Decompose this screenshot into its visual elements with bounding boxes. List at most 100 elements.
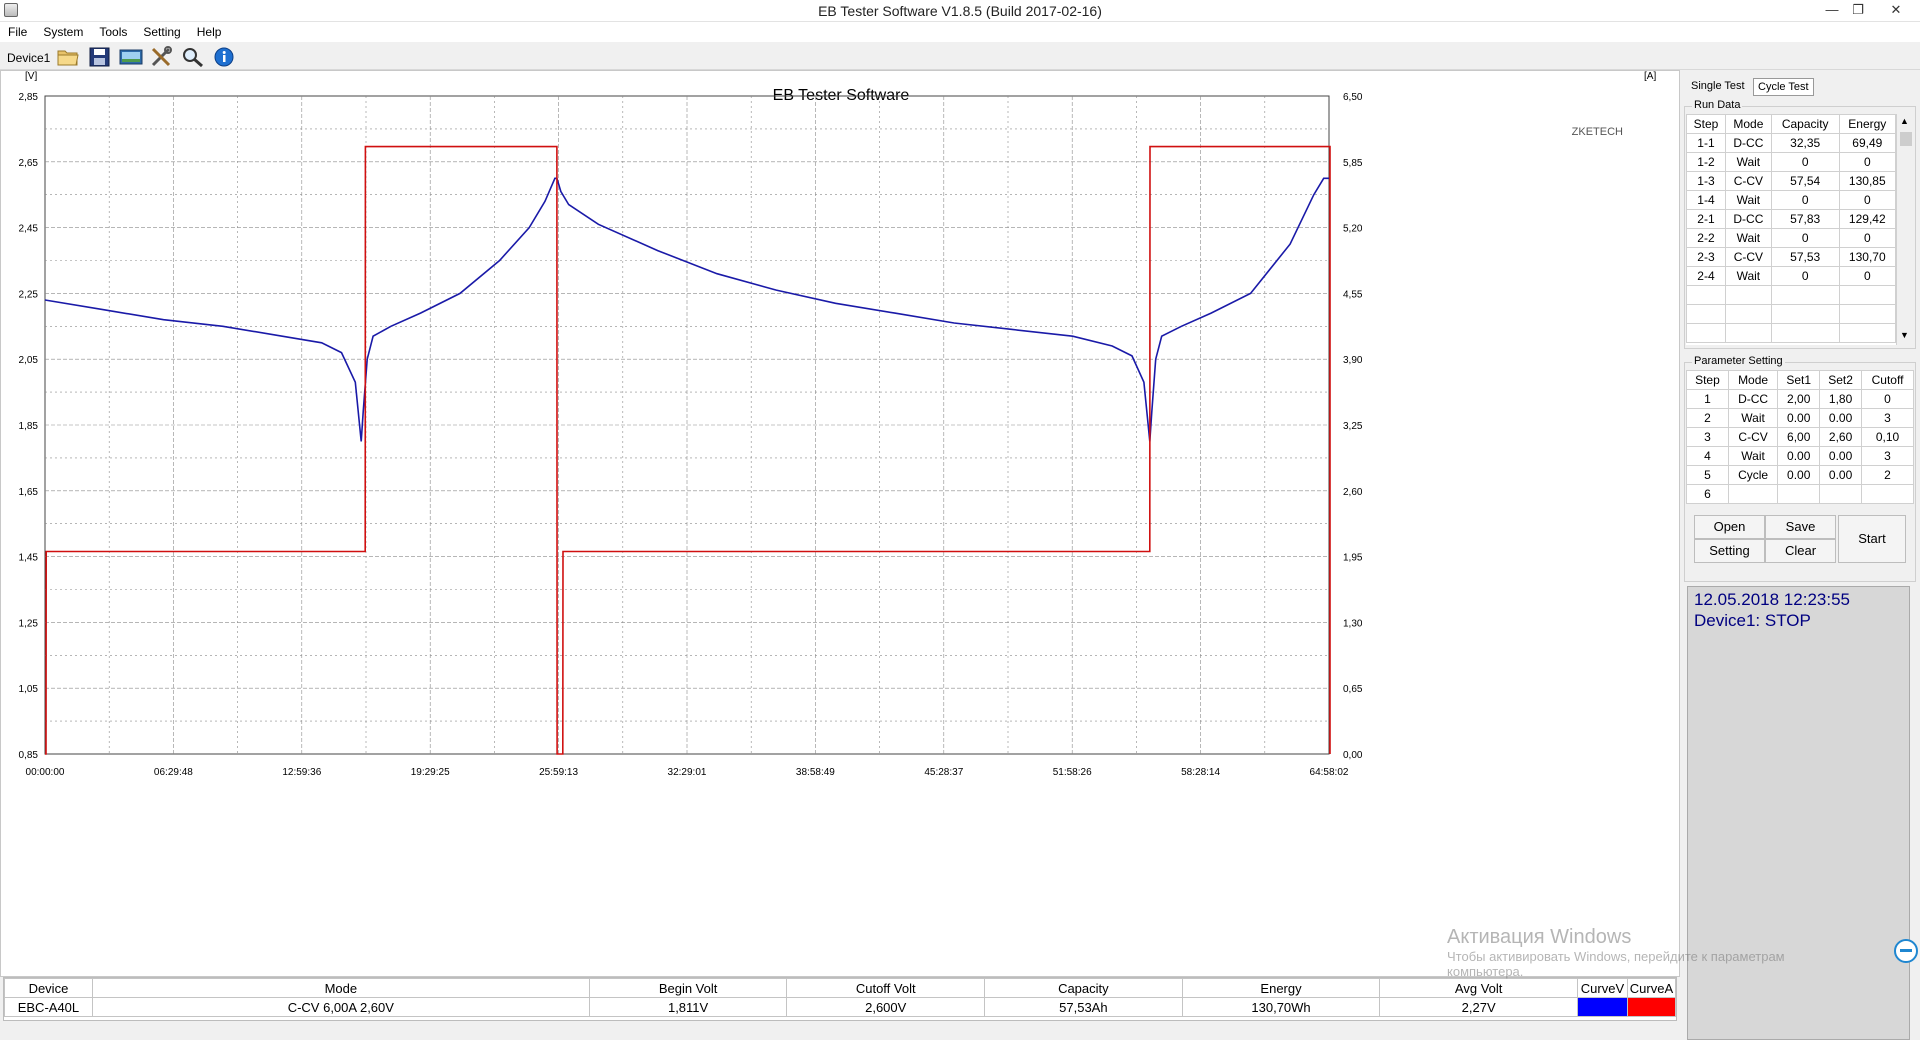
table-row[interactable]: 2-4 Wait 0 0 [1686,266,1897,286]
menu-help[interactable]: Help [189,22,230,39]
run-header[interactable]: Capacity [1770,114,1840,134]
device-selector[interactable]: Device1 [7,51,50,65]
param-header[interactable]: Cutoff [1861,370,1914,390]
parameter-label: Parameter Setting [1692,355,1785,367]
run-data-table-wrap[interactable]: Step Mode Capacity Energy 1-1 D-CC 32,35 69,49 1… [1686,114,1914,345]
summary-value: 130,70Wh [1181,997,1381,1017]
x-tick-label: 00:00:00 [26,767,65,778]
table-cell: Wait [1724,266,1772,286]
table-cell: 129,42 [1838,209,1897,229]
table-cell: 1-2 [1686,152,1726,172]
table-cell: 3 [1861,408,1914,428]
restore-icon[interactable]: ❐ [1838,0,1878,22]
info-icon[interactable] [212,46,236,68]
left-tick-label: 1,25 [19,618,39,629]
table-row[interactable]: 2-3 C-CV 57,53 130,70 [1686,247,1897,267]
save-disk-icon[interactable] [88,46,112,68]
summary-value: 2,600V [786,997,986,1017]
start-button[interactable]: Start [1838,515,1906,563]
x-tick-label: 06:29:48 [154,767,193,778]
table-row[interactable]: 6 [1686,484,1914,504]
x-tick-label: 51:58:26 [1053,767,1092,778]
table-row[interactable]: 2-2 Wait 0 0 [1686,228,1897,248]
param-header[interactable]: Set2 [1819,370,1863,390]
table-row[interactable]: 1-4 Wait 0 0 [1686,190,1897,210]
table-cell: 0.00 [1777,465,1821,485]
chart-image-icon[interactable] [119,46,143,68]
right-tick-label: 1,30 [1343,618,1363,629]
voltage-current-chart[interactable]: [V] [A] EB Tester Software ZKETECH 2,852… [1,71,1679,976]
table-row[interactable]: 5 Cycle 0.00 0.00 2 [1686,465,1914,485]
empty-row [1686,323,1897,343]
scroll-up-icon[interactable]: ▲ [1900,116,1909,126]
scroll-thumb[interactable] [1900,132,1912,146]
menu-tools[interactable]: Tools [91,22,135,39]
window-title: EB Tester Software V1.8.5 (Build 2017-02… [818,3,1102,19]
table-cell [1861,484,1914,504]
summary-value: C-CV 6,00A 2,60V [91,997,590,1017]
menu-setting[interactable]: Setting [135,22,188,39]
tools-icon[interactable] [150,46,174,68]
summary-header: Mode [91,978,590,998]
chart-brand: ZKETECH [1572,126,1623,138]
search-magnifier-icon[interactable] [181,46,205,68]
run-data-scrollbar[interactable]: ▲ ▼ [1896,114,1914,345]
right-tick-label: 1,95 [1343,553,1363,564]
param-header[interactable]: Mode [1727,370,1779,390]
table-cell: 1,80 [1819,389,1863,409]
menu-system[interactable]: System [35,22,91,39]
param-header[interactable]: Set1 [1777,370,1821,390]
table-row[interactable]: 1-3 C-CV 57,54 130,85 [1686,171,1897,191]
param-header[interactable]: Step [1686,370,1729,390]
table-cell: 69,49 [1838,133,1897,153]
summary-header: Capacity [984,978,1183,998]
table-cell: 0 [1770,228,1840,248]
run-header[interactable]: Energy [1838,114,1897,134]
chart-panel[interactable]: [V] [A] EB Tester Software ZKETECH 2,85 2… [0,70,1680,977]
tab-cycle-test[interactable]: Cycle Test [1753,78,1814,96]
right-tick-label: 3,90 [1343,355,1363,366]
run-header[interactable]: Step [1686,114,1726,134]
table-row[interactable]: 3 C-CV 6,00 2,60 0,10 [1686,427,1914,447]
summary-value: 57,53Ah [984,997,1183,1017]
table-cell: 2-1 [1686,209,1726,229]
table-row[interactable]: 2-1 D-CC 57,83 129,42 [1686,209,1897,229]
save-button[interactable]: Save [1765,515,1836,539]
right-tick-label: 6,50 [1343,92,1363,103]
table-cell [1819,484,1863,504]
table-cell: 130,70 [1838,247,1897,267]
table-cell: Wait [1724,190,1772,210]
open-folder-icon[interactable] [56,46,80,68]
table-cell: Wait [1727,408,1779,428]
watermark-line3: компьютера. [1447,964,1524,979]
run-header[interactable]: Mode [1724,114,1772,134]
table-cell: 0 [1770,152,1840,172]
table-cell: 3 [1861,446,1914,466]
table-row[interactable]: 1-2 Wait 0 0 [1686,152,1897,172]
empty-row [1686,304,1897,324]
right-tick-label: 2,60 [1343,487,1363,498]
open-button[interactable]: Open [1694,515,1765,539]
table-row[interactable]: 2 Wait 0.00 0.00 3 [1686,408,1914,428]
scroll-down-icon[interactable]: ▼ [1900,330,1909,340]
curve-a-swatch[interactable] [1626,997,1677,1017]
table-cell: 0 [1838,152,1897,172]
close-icon[interactable]: ✕ [1876,0,1916,22]
table-row[interactable]: 1 D-CC 2,00 1,80 0 [1686,389,1914,409]
right-tick-label: 4,55 [1343,289,1363,300]
curve-v-swatch[interactable] [1576,997,1628,1017]
tray-sync-icon[interactable] [1894,939,1918,963]
summary-header: CurveV [1576,978,1628,998]
windows-activation-watermark: Активация Windows Чтобы активировать Win… [1447,926,1785,979]
table-cell [1777,484,1821,504]
parameter-table-wrap[interactable]: Step Mode Set1 Set2 Cutoff 1 D-CC 2,00 1,80 0 2 Wai… [1686,370,1914,504]
table-cell: 2,00 [1777,389,1821,409]
summary-header: Avg Volt [1379,978,1578,998]
tab-single-test[interactable]: Single Test [1687,78,1749,96]
setting-button[interactable]: Setting [1694,539,1765,563]
empty-row [1686,285,1897,305]
table-row[interactable]: 1-1 D-CC 32,35 69,49 [1686,133,1897,153]
table-row[interactable]: 4 Wait 0.00 0.00 3 [1686,446,1914,466]
menu-file[interactable]: File [0,22,35,39]
clear-button[interactable]: Clear [1765,539,1836,563]
